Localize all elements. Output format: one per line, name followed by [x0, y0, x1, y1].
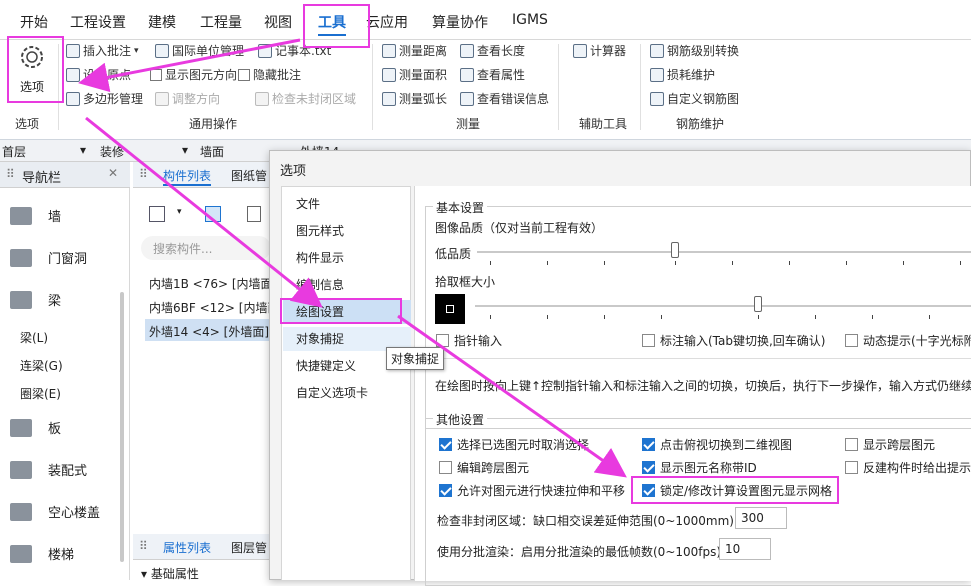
annotation-arrows	[78, 38, 627, 478]
arrow-options-to-drawing	[85, 116, 323, 308]
arrow-drawing-to-lock-grid	[397, 314, 627, 478]
arrow-tools-to-options	[78, 38, 301, 93]
